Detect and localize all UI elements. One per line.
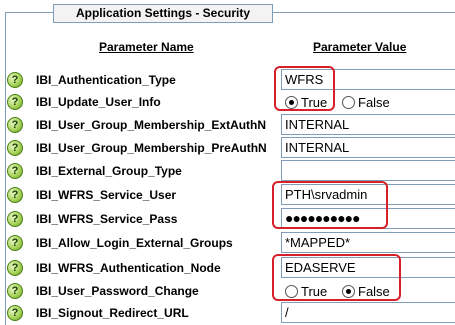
help-icon[interactable]: ? [7,72,23,88]
radio-false-label[interactable]: False [358,95,390,110]
param-row-update-user-info: ? IBI_Update_User_Info True False [0,92,455,115]
param-name: IBI_User_Group_Membership_PreAuthN [36,141,267,155]
column-header-parameter-value: Parameter Value [313,40,407,54]
help-icon[interactable]: ? [7,140,23,156]
help-icon[interactable]: ? [7,305,23,321]
param-name: IBI_Authentication_Type [36,73,176,87]
column-header-parameter-name: Parameter Name [99,40,194,54]
highlight-authentication-node [272,254,401,301]
help-icon[interactable]: ? [7,94,23,110]
param-row-group-membership-preauthn: ? IBI_User_Group_Membership_PreAuthN INT… [0,137,455,160]
highlight-service-credentials [272,181,388,229]
param-row-external-group-type: ? IBI_External_Group_Type [0,160,455,183]
external-group-type-input[interactable] [281,160,455,181]
help-icon[interactable]: ? [7,283,23,299]
param-row-allow-login-external-groups: ? IBI_Allow_Login_External_Groups *MAPPE… [0,232,455,255]
radio-false[interactable] [342,96,355,109]
allow-login-external-groups-input[interactable]: *MAPPED* [281,232,455,253]
param-name: IBI_WFRS_Service_Pass [36,212,178,226]
param-row-group-membership-extauthn: ? IBI_User_Group_Membership_ExtAuthN INT… [0,114,455,137]
param-name: IBI_Signout_Redirect_URL [36,306,189,320]
highlight-authentication-settings [274,66,335,111]
signout-redirect-url-input[interactable]: / [281,302,455,323]
param-name: IBI_WFRS_Authentication_Node [36,261,221,275]
param-name: IBI_User_Group_Membership_ExtAuthN [36,118,267,132]
param-name: IBI_Update_User_Info [36,95,161,109]
help-icon[interactable]: ? [7,187,23,203]
param-row-signout-redirect-url: ? IBI_Signout_Redirect_URL / [0,302,455,325]
param-name: IBI_WFRS_Service_User [36,188,177,202]
param-name: IBI_Allow_Login_External_Groups [36,236,233,250]
help-icon[interactable]: ? [7,260,23,276]
help-icon[interactable]: ? [7,117,23,133]
help-icon[interactable]: ? [7,211,23,227]
help-icon[interactable]: ? [7,235,23,251]
help-icon[interactable]: ? [7,163,23,179]
settings-frame-border-top [273,12,455,13]
group-membership-extauthn-input[interactable]: INTERNAL [281,114,455,135]
param-row-authentication-type: ? IBI_Authentication_Type WFRS [0,69,455,92]
settings-frame-border-top [5,12,53,13]
group-membership-preauthn-input[interactable]: INTERNAL [281,137,455,158]
param-name: IBI_External_Group_Type [36,164,182,178]
panel-title: Application Settings - Security [53,4,273,23]
param-name: IBI_User_Password_Change [36,284,199,298]
